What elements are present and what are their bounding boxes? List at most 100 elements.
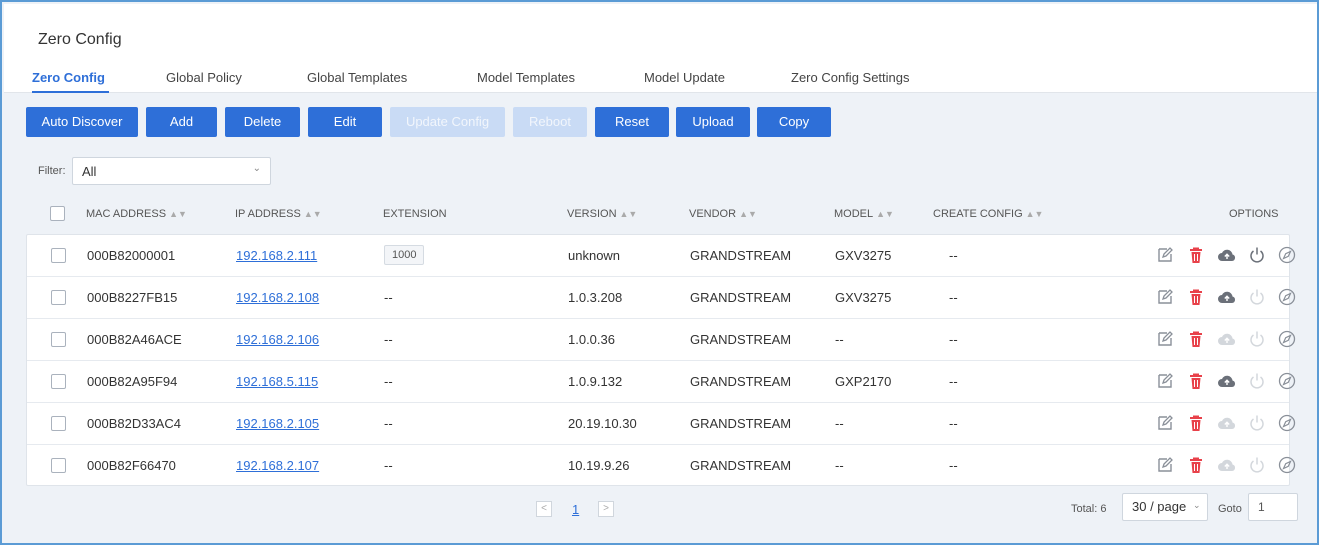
cloud-upload-icon[interactable]	[1217, 456, 1237, 474]
mac-address-cell: 000B82F66470	[87, 458, 176, 473]
page-number[interactable]: 1	[572, 502, 579, 517]
sort-icon: ▲▼	[303, 209, 322, 219]
ip-address-link[interactable]: 192.168.2.111	[236, 248, 317, 263]
column-version[interactable]: VERSION ▲▼	[567, 208, 637, 220]
row-checkbox[interactable]	[51, 332, 66, 347]
column-vendor[interactable]: VENDOR ▲▼	[689, 208, 757, 220]
auto-discover-button[interactable]: Auto Discover	[26, 107, 138, 137]
goto-label: Goto	[1218, 503, 1242, 515]
power-icon[interactable]	[1248, 414, 1266, 432]
edit-icon[interactable]	[1156, 246, 1174, 264]
add-button[interactable]: Add	[146, 107, 217, 137]
compass-icon[interactable]	[1278, 288, 1296, 306]
ip-address-link[interactable]: 192.168.2.108	[236, 290, 319, 305]
column-ip-address[interactable]: IP ADDRESS ▲▼	[235, 208, 322, 220]
create-config-cell: --	[949, 374, 958, 389]
delete-icon[interactable]	[1187, 456, 1205, 474]
column-label: MODEL	[834, 208, 874, 220]
upload-button[interactable]: Upload	[676, 107, 750, 137]
sort-icon: ▲▼	[619, 209, 638, 219]
compass-icon[interactable]	[1278, 414, 1296, 432]
version-cell: 20.19.10.30	[568, 416, 637, 431]
power-icon[interactable]	[1248, 456, 1266, 474]
cloud-upload-icon[interactable]	[1217, 330, 1237, 348]
tab-zero-config[interactable]: Zero Config	[32, 70, 105, 85]
model-cell: --	[835, 416, 844, 431]
cloud-upload-icon[interactable]	[1217, 246, 1237, 264]
version-cell: 1.0.3.208	[568, 290, 623, 305]
row-checkbox[interactable]	[51, 290, 66, 305]
power-icon[interactable]	[1248, 246, 1266, 264]
tab-global-policy[interactable]: Global Policy	[166, 70, 242, 85]
pagination: < 1 >	[2, 496, 1317, 522]
vendor-cell: GRANDSTREAM	[690, 290, 792, 305]
ip-address-link[interactable]: 192.168.2.107	[236, 458, 319, 473]
power-icon[interactable]	[1248, 288, 1266, 306]
filter-select[interactable]: All ⌄	[72, 157, 271, 185]
extension-cell: --	[384, 290, 393, 305]
create-config-cell: --	[949, 248, 958, 263]
create-config-cell: --	[949, 290, 958, 305]
per-page-select[interactable]: 30 / page ⌄	[1122, 493, 1208, 521]
delete-icon[interactable]	[1187, 330, 1205, 348]
ip-address-link[interactable]: 192.168.2.106	[236, 332, 319, 347]
tab-global-templates[interactable]: Global Templates	[307, 70, 407, 85]
table-row: 000B8227FB15 192.168.2.108 -- 1.0.3.208 GRAN…	[27, 277, 1296, 319]
power-icon[interactable]	[1248, 372, 1266, 390]
reboot-button[interactable]: Reboot	[513, 107, 587, 137]
compass-icon[interactable]	[1278, 246, 1296, 264]
mac-address-cell: 000B8227FB15	[87, 290, 178, 305]
column-create-config[interactable]: CREATE CONFIG ▲▼	[933, 208, 1043, 220]
page-title: Zero Config	[38, 31, 122, 48]
cloud-upload-icon[interactable]	[1217, 372, 1237, 390]
edit-icon[interactable]	[1156, 288, 1174, 306]
cloud-upload-icon[interactable]	[1217, 414, 1237, 432]
delete-icon[interactable]	[1187, 414, 1205, 432]
compass-icon[interactable]	[1278, 330, 1296, 348]
tab-model-update[interactable]: Model Update	[644, 70, 725, 85]
vendor-cell: GRANDSTREAM	[690, 374, 792, 389]
table-row: 000B82A46ACE 192.168.2.106 -- 1.0.0.36 GRAND…	[27, 319, 1296, 361]
tab-model-templates[interactable]: Model Templates	[477, 70, 575, 85]
row-checkbox[interactable]	[51, 248, 66, 263]
row-checkbox[interactable]	[51, 374, 66, 389]
per-page-value: 30 / page	[1132, 499, 1187, 514]
devices-table: 000B82000001 192.168.2.111 1000 unknown GRAN…	[26, 234, 1296, 487]
cloud-upload-icon[interactable]	[1217, 288, 1237, 306]
ip-address-link[interactable]: 192.168.2.105	[236, 416, 319, 431]
edit-icon[interactable]	[1156, 456, 1174, 474]
sort-icon: ▲▼	[739, 209, 757, 219]
copy-button[interactable]: Copy	[757, 107, 831, 137]
row-checkbox[interactable]	[51, 416, 66, 431]
select-all-checkbox[interactable]	[50, 206, 65, 221]
compass-icon[interactable]	[1278, 456, 1296, 474]
delete-button[interactable]: Delete	[225, 107, 300, 137]
delete-icon[interactable]	[1187, 288, 1205, 306]
row-checkbox[interactable]	[51, 458, 66, 473]
edit-icon[interactable]	[1156, 330, 1174, 348]
chevron-down-icon: ⌄	[252, 163, 261, 174]
next-page-button[interactable]: >	[598, 501, 614, 517]
update-config-button[interactable]: Update Config	[390, 107, 505, 137]
sort-icon: ▲▼	[169, 209, 187, 219]
column-mac-address[interactable]: MAC ADDRESS ▲▼	[86, 208, 187, 220]
compass-icon[interactable]	[1278, 372, 1296, 390]
prev-page-button[interactable]: <	[536, 501, 552, 517]
delete-icon[interactable]	[1187, 246, 1205, 264]
edit-icon[interactable]	[1156, 372, 1174, 390]
table-row: 000B82F66470 192.168.2.107 -- 10.19.9.26 GRA…	[27, 445, 1296, 487]
extension-tag: 1000	[384, 245, 425, 265]
vendor-cell: GRANDSTREAM	[690, 248, 792, 263]
power-icon[interactable]	[1248, 330, 1266, 348]
goto-input[interactable]	[1248, 493, 1298, 521]
column-label: VENDOR	[689, 208, 737, 220]
vendor-cell: GRANDSTREAM	[690, 416, 792, 431]
edit-button[interactable]: Edit	[308, 107, 382, 137]
tab-zero-config-settings[interactable]: Zero Config Settings	[791, 70, 910, 85]
edit-icon[interactable]	[1156, 414, 1174, 432]
column-model[interactable]: MODEL ▲▼	[834, 208, 894, 220]
delete-icon[interactable]	[1187, 372, 1205, 390]
total-count: Total: 6	[1071, 503, 1107, 515]
reset-button[interactable]: Reset	[595, 107, 669, 137]
ip-address-link[interactable]: 192.168.5.115	[236, 374, 318, 389]
